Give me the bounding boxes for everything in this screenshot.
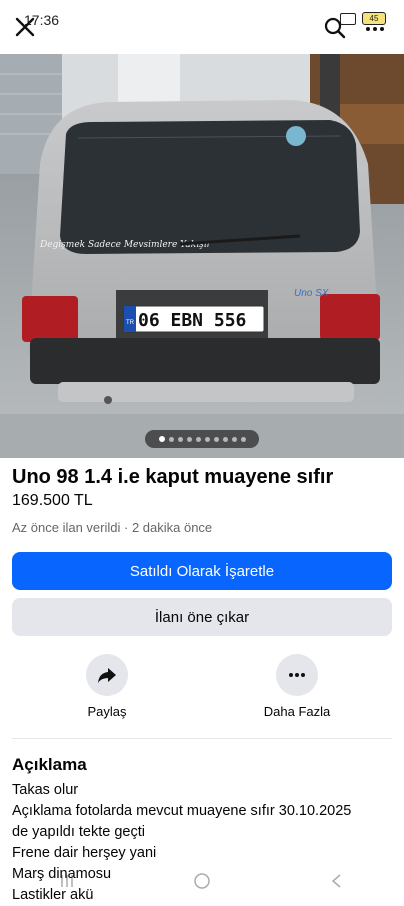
mark-sold-button[interactable]: Satıldı Olarak İşaretle bbox=[12, 552, 392, 590]
more-action[interactable]: Daha Fazla bbox=[247, 654, 347, 719]
close-button[interactable] bbox=[12, 14, 38, 40]
home-icon[interactable] bbox=[193, 872, 211, 890]
pager-dot[interactable] bbox=[222, 436, 228, 442]
license-plate: 06 EBN 556 bbox=[138, 310, 246, 331]
description-line: Takas olur bbox=[12, 782, 79, 798]
recent-apps-icon[interactable] bbox=[58, 872, 76, 890]
listing-photo[interactable]: Degişmek Sadece Mevsimlere Yakışır Uno S… bbox=[0, 54, 404, 458]
share-button[interactable] bbox=[86, 654, 128, 696]
close-icon bbox=[15, 17, 35, 37]
image-pager[interactable] bbox=[145, 430, 259, 448]
search-icon bbox=[324, 17, 346, 39]
description-heading: Açıklama bbox=[12, 755, 87, 774]
search-button[interactable] bbox=[322, 15, 348, 41]
pager-dot[interactable] bbox=[168, 436, 174, 442]
share-label: Paylaş bbox=[87, 704, 127, 719]
share-arrow-icon bbox=[98, 668, 116, 683]
listing-meta: Az önce ilan verildi · 2 dakika önce bbox=[12, 520, 213, 535]
listing-price: 169.500 TL bbox=[12, 492, 93, 509]
more-label: Daha Fazla bbox=[263, 704, 331, 719]
more-options-button[interactable] bbox=[362, 16, 388, 42]
more-options-icon bbox=[366, 27, 384, 31]
section-divider bbox=[12, 738, 392, 739]
listing-title: Uno 98 1.4 i.e kaput muayene sıfır bbox=[12, 466, 334, 488]
system-nav-bar bbox=[0, 862, 404, 900]
more-button[interactable] bbox=[276, 654, 318, 696]
pager-dot[interactable] bbox=[231, 436, 237, 442]
pager-dot[interactable] bbox=[177, 436, 183, 442]
description-line: Açıklama fotolarda mevcut muayene sıfır … bbox=[12, 803, 352, 819]
pager-dot[interactable] bbox=[240, 436, 246, 442]
pager-dot[interactable] bbox=[195, 436, 201, 442]
share-action[interactable]: Paylaş bbox=[57, 654, 157, 719]
back-icon[interactable] bbox=[328, 872, 346, 890]
pager-dot[interactable] bbox=[186, 436, 192, 442]
more-dots-icon bbox=[289, 673, 305, 677]
pager-dot[interactable] bbox=[204, 436, 210, 442]
pager-dot[interactable] bbox=[158, 436, 165, 442]
boost-listing-button[interactable]: İlanı öne çıkar bbox=[12, 598, 392, 636]
car-photo: Degişmek Sadece Mevsimlere Yakışır Uno S… bbox=[0, 54, 404, 458]
model-badge: Uno SX bbox=[294, 288, 329, 299]
pager-dot[interactable] bbox=[213, 436, 219, 442]
description-line: Frene dair herşey yani bbox=[12, 845, 157, 861]
description-line: de yapıldı tekte geçti bbox=[12, 824, 145, 840]
plate-country: TR bbox=[126, 320, 135, 326]
